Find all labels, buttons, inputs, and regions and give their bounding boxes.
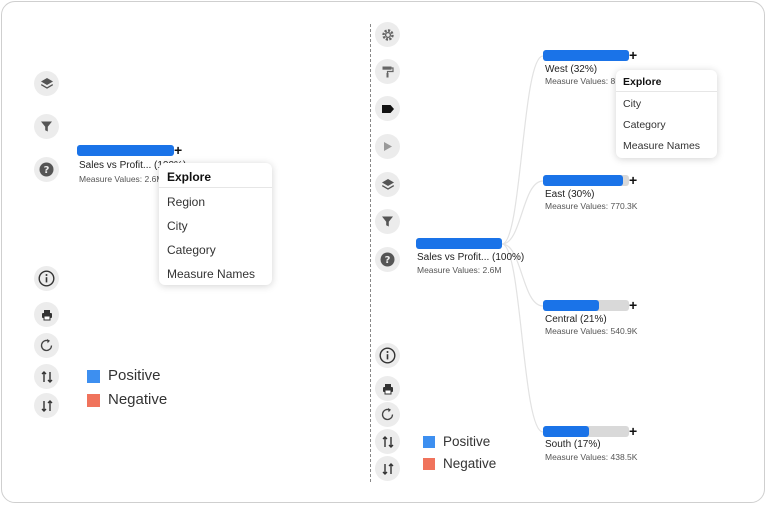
child-bar-central[interactable]	[543, 300, 629, 311]
link-west	[501, 55, 544, 245]
svg-text:?: ?	[385, 255, 391, 266]
app-frame: ? + Sales vs Profit... (100%) Measure Va…	[1, 1, 765, 503]
layers-icon[interactable]	[375, 172, 400, 197]
root-bar-fill	[416, 238, 502, 249]
root-node-label: Sales vs Profit... (100%)	[417, 252, 525, 263]
menu-separator	[616, 91, 717, 92]
print-icon[interactable]	[375, 376, 400, 401]
child-bar-west[interactable]	[543, 50, 629, 61]
help-icon[interactable]: ?	[375, 247, 400, 272]
root-node-sub: Measure Values: 2.6M	[417, 265, 502, 275]
paint-roller-icon[interactable]	[375, 59, 400, 84]
play-icon[interactable]	[375, 134, 400, 159]
legend-swatch-positive	[423, 436, 435, 448]
refresh-icon[interactable]	[375, 402, 400, 427]
expand-plus-icon[interactable]: +	[629, 424, 637, 438]
menu-item-category[interactable]: Category	[623, 119, 666, 131]
explore-menu: Explore City Category Measure Names	[616, 70, 717, 158]
legend-label-negative: Negative	[443, 456, 497, 471]
expand-plus-icon[interactable]: +	[629, 298, 637, 312]
link-east	[501, 180, 544, 245]
legend-swatch-negative	[423, 458, 435, 470]
child-bar-south[interactable]	[543, 426, 629, 437]
explore-menu-title: Explore	[623, 76, 662, 88]
child-label-east: East (30%)	[545, 189, 595, 200]
expand-plus-icon[interactable]: +	[629, 48, 637, 62]
info-icon[interactable]	[375, 343, 400, 368]
sort-descending-icon[interactable]	[375, 456, 400, 481]
filter-icon[interactable]	[375, 209, 400, 234]
child-label-central: Central (21%)	[545, 314, 607, 325]
child-bar-east[interactable]	[543, 175, 629, 186]
child-sub-central: Measure Values: 540.9K	[545, 326, 638, 336]
link-south	[501, 243, 544, 433]
tag-icon[interactable]	[375, 96, 400, 121]
child-label-west: West (32%)	[545, 64, 598, 75]
child-bar-fill-east	[543, 175, 623, 186]
child-bar-fill-central	[543, 300, 599, 311]
legend-label-positive: Positive	[443, 434, 491, 449]
child-sub-east: Measure Values: 770.3K	[545, 201, 638, 211]
child-sub-south: Measure Values: 438.5K	[545, 452, 638, 462]
menu-item-measure-names[interactable]: Measure Names	[623, 140, 700, 152]
gear-icon[interactable]	[375, 22, 400, 47]
sort-ascending-icon[interactable]	[375, 429, 400, 454]
child-bar-fill-west	[543, 50, 629, 61]
child-label-south: South (17%)	[545, 439, 601, 450]
root-bar[interactable]	[416, 238, 502, 249]
menu-item-city[interactable]: City	[623, 98, 641, 110]
child-sub-west: Measure Values: 8	[545, 76, 616, 86]
expand-plus-icon[interactable]: +	[629, 173, 637, 187]
child-bar-fill-south	[543, 426, 589, 437]
